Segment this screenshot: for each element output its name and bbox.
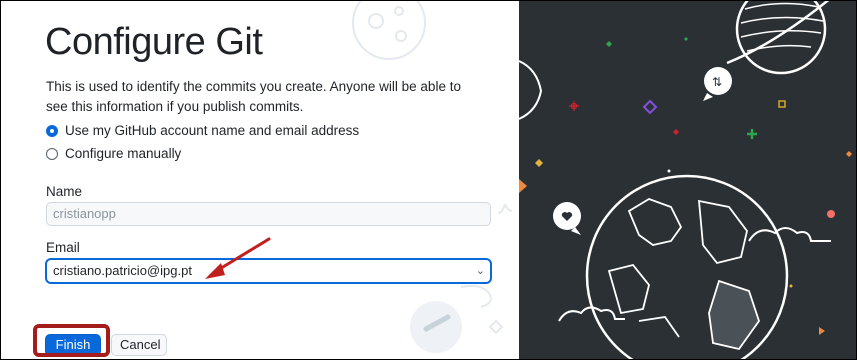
space-illustration: ⇅ [519, 1, 856, 359]
radio-use-account[interactable]: Use my GitHub account name and email add… [46, 123, 359, 138]
radio-configure-manually-indicator[interactable] [46, 147, 58, 160]
finish-highlight-box [33, 324, 110, 357]
sparkle-doodle-icon [497, 203, 513, 214]
radio-use-account-label: Use my GitHub account name and email add… [65, 123, 360, 138]
ringed-planet-icon [726, 1, 830, 75]
description-text: This is used to identify the commits you… [46, 79, 461, 114]
space-scene: ⇅ [519, 1, 852, 359]
radio-configure-manually[interactable]: Configure manually [46, 146, 181, 161]
red-arrow-annotation [205, 237, 271, 279]
chevron-down-icon: ⌄ [475, 265, 485, 277]
name-field[interactable]: cristianopp [46, 202, 491, 226]
pull-request-bubble-icon: ⇅ [703, 67, 732, 101]
telescope-doodle-icon [410, 284, 504, 353]
earth-globe-icon [585, 174, 789, 359]
dialog-frame: Configure Git This is used to identify t… [0, 0, 857, 360]
svg-text:⇅: ⇅ [712, 75, 722, 89]
cancel-button[interactable]: Cancel [111, 334, 167, 356]
name-label: Name [46, 184, 83, 199]
page-title: Configure Git [45, 21, 263, 63]
partial-planet-icon [519, 60, 543, 120]
moon-doodle-icon [352, 1, 426, 60]
configure-git-panel: Configure Git This is used to identify t… [1, 1, 519, 359]
heart-bubble-icon [553, 202, 581, 235]
email-label: Email [46, 240, 80, 255]
radio-use-account-indicator[interactable] [46, 124, 58, 137]
radio-configure-manually-label: Configure manually [65, 146, 182, 161]
email-select-value: cristiano.patricio@ipg.pt [53, 263, 192, 278]
